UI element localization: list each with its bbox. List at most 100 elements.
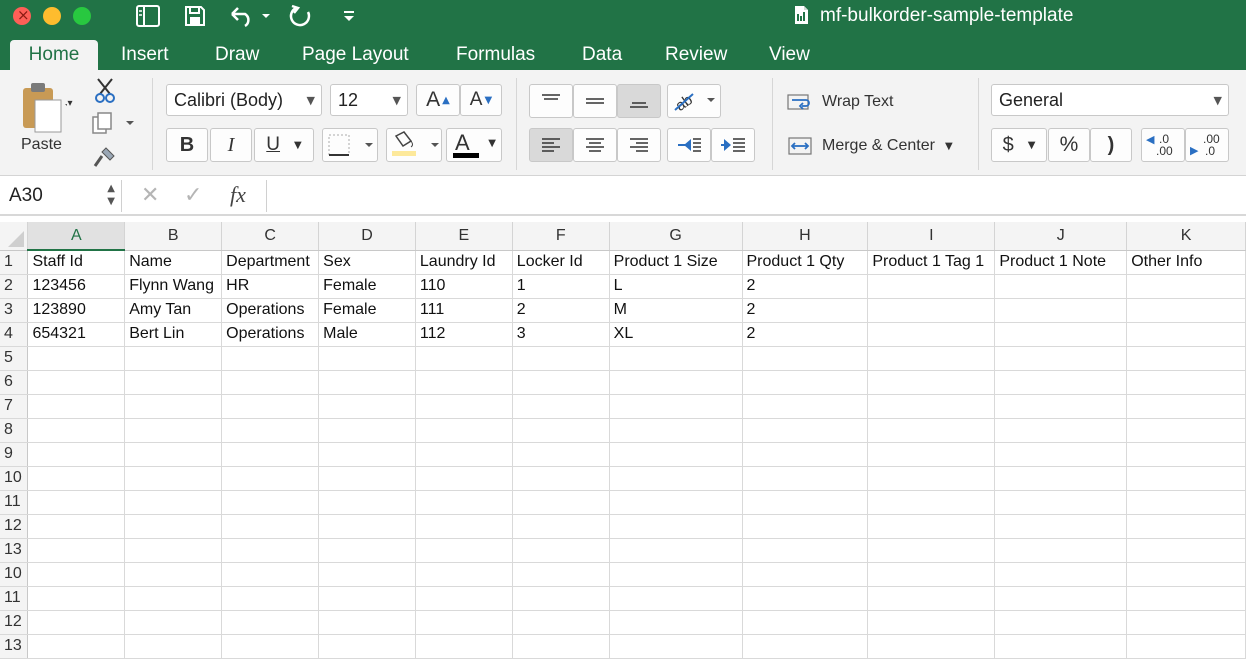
merge-center-button[interactable]: Merge & Center ▼	[786, 132, 966, 160]
cell-c-10[interactable]	[221, 562, 320, 587]
cell-d-6[interactable]	[318, 370, 416, 395]
cell-b-13[interactable]	[124, 634, 223, 659]
name-box[interactable]: A30 ▲ ▼	[0, 180, 122, 212]
font-size-dropdown[interactable]: 12 ▼	[330, 84, 408, 116]
decrease-decimal-button[interactable]: .00 ▶ .0	[1185, 128, 1229, 162]
row-header[interactable]: 7	[0, 394, 29, 419]
close-window-button[interactable]	[13, 6, 31, 25]
cell-h-3[interactable]: 2	[742, 298, 869, 323]
cell-d-4[interactable]: Male	[318, 322, 416, 347]
column-header-d[interactable]: D	[318, 222, 416, 251]
cell-a-11[interactable]	[27, 586, 126, 611]
cell-a-5[interactable]	[27, 346, 126, 371]
cell-b-1[interactable]: Name	[124, 250, 223, 275]
cell-j-2[interactable]	[994, 274, 1128, 299]
cell-a-10[interactable]	[27, 562, 126, 587]
cell-f-7[interactable]	[512, 394, 610, 419]
cell-b-11[interactable]	[124, 490, 223, 515]
cell-j-10[interactable]	[994, 466, 1128, 491]
cell-h-12[interactable]	[742, 514, 869, 539]
cell-e-6[interactable]	[415, 370, 513, 395]
cell-h-13[interactable]	[742, 634, 869, 659]
cell-a-11[interactable]	[27, 490, 126, 515]
comma-style-button[interactable]: )	[1090, 128, 1132, 162]
cell-d-3[interactable]: Female	[318, 298, 416, 323]
cell-b-3[interactable]: Amy Tan	[124, 298, 223, 323]
cell-h-1[interactable]: Product 1 Qty	[742, 250, 869, 275]
cell-g-12[interactable]	[609, 610, 743, 635]
cell-i-5[interactable]	[867, 346, 996, 371]
cell-a-8[interactable]	[27, 418, 126, 443]
cell-h-10[interactable]	[742, 562, 869, 587]
increase-decimal-button[interactable]: ◀ .0 .00	[1141, 128, 1185, 162]
cell-d-12[interactable]	[318, 610, 416, 635]
cell-f-13[interactable]	[512, 538, 610, 563]
cell-h-8[interactable]	[742, 418, 869, 443]
cell-d-7[interactable]	[318, 394, 416, 419]
cell-f-6[interactable]	[512, 370, 610, 395]
cell-f-4[interactable]: 3	[512, 322, 610, 347]
column-header-k[interactable]: K	[1126, 222, 1246, 251]
cell-d-5[interactable]	[318, 346, 416, 371]
cell-j-1[interactable]: Product 1 Note	[994, 250, 1128, 275]
customize-toolbar-icon[interactable]	[338, 4, 360, 28]
cell-g-2[interactable]: L	[609, 274, 743, 299]
cell-c-8[interactable]	[221, 418, 320, 443]
cell-h-2[interactable]: 2	[742, 274, 869, 299]
cell-h-4[interactable]: 2	[742, 322, 869, 347]
cell-e-11[interactable]	[415, 490, 513, 515]
cell-f-11[interactable]	[512, 586, 610, 611]
cell-k-13[interactable]	[1126, 538, 1246, 563]
cell-g-5[interactable]	[609, 346, 743, 371]
insert-function-icon[interactable]: fx	[230, 182, 246, 208]
cell-j-5[interactable]	[994, 346, 1128, 371]
tab-formulas[interactable]: Formulas	[446, 40, 545, 70]
cell-a-4[interactable]: 654321	[27, 322, 126, 347]
cell-h-6[interactable]	[742, 370, 869, 395]
decrease-indent-button[interactable]	[667, 128, 711, 162]
column-header-h[interactable]: H	[742, 222, 869, 251]
cell-e-10[interactable]	[415, 562, 513, 587]
cancel-edit-icon[interactable]: ✕	[141, 182, 159, 208]
cell-i-12[interactable]	[867, 610, 996, 635]
cell-d-9[interactable]	[318, 442, 416, 467]
cell-d-11[interactable]	[318, 586, 416, 611]
row-header[interactable]: 3	[0, 298, 29, 323]
select-all-corner[interactable]	[0, 222, 29, 251]
orientation-button[interactable]: ab	[667, 84, 721, 118]
cell-k-3[interactable]	[1126, 298, 1246, 323]
row-header[interactable]: 10	[0, 466, 29, 491]
cell-i-3[interactable]	[867, 298, 996, 323]
cell-e-10[interactable]	[415, 466, 513, 491]
column-header-c[interactable]: C	[221, 222, 320, 251]
cell-e-5[interactable]	[415, 346, 513, 371]
column-header-j[interactable]: J	[994, 222, 1128, 251]
row-header[interactable]: 12	[0, 610, 29, 635]
cell-c-7[interactable]	[221, 394, 320, 419]
fill-color-button[interactable]	[386, 128, 442, 162]
cell-c-13[interactable]	[221, 634, 320, 659]
tab-page-layout[interactable]: Page Layout	[292, 40, 419, 70]
cell-k-6[interactable]	[1126, 370, 1246, 395]
cell-d-13[interactable]	[318, 538, 416, 563]
row-header[interactable]: 1	[0, 250, 29, 275]
cell-g-10[interactable]	[609, 562, 743, 587]
cell-k-9[interactable]	[1126, 442, 1246, 467]
cell-b-2[interactable]: Flynn Wang	[124, 274, 223, 299]
cell-k-10[interactable]	[1126, 466, 1246, 491]
cell-k-11[interactable]	[1126, 490, 1246, 515]
row-header[interactable]: 11	[0, 586, 29, 611]
minimize-window-button[interactable]	[43, 7, 61, 25]
tab-view[interactable]: View	[759, 40, 820, 70]
cell-k-11[interactable]	[1126, 586, 1246, 611]
underline-button[interactable]: U ▼	[254, 128, 314, 162]
column-header-e[interactable]: E	[415, 222, 513, 251]
cell-i-8[interactable]	[867, 418, 996, 443]
cell-b-8[interactable]	[124, 418, 223, 443]
tab-draw[interactable]: Draw	[205, 40, 269, 70]
row-header[interactable]: 4	[0, 322, 29, 347]
cell-d-1[interactable]: Sex	[318, 250, 416, 275]
column-header-i[interactable]: I	[867, 222, 996, 251]
cell-j-11[interactable]	[994, 586, 1128, 611]
undo-icon[interactable]	[228, 4, 272, 28]
